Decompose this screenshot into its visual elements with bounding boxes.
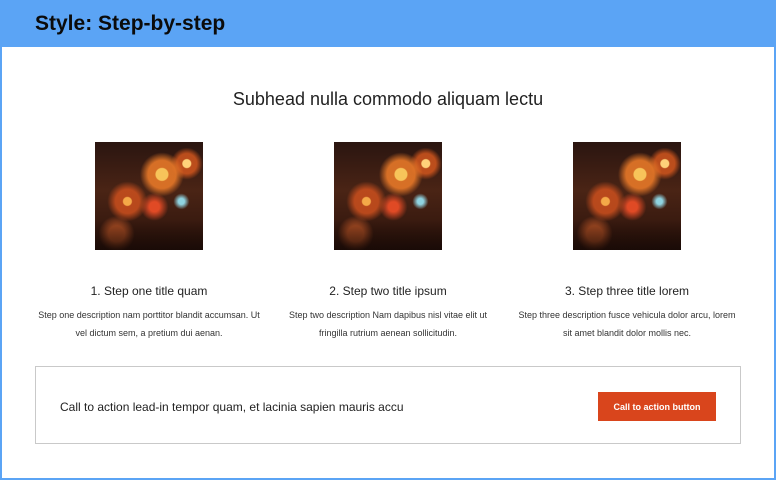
subhead: Subhead nulla commodo aliquam lectu <box>232 89 544 109</box>
step-3-title: 3. Step three title lorem <box>564 284 690 298</box>
step-2-image <box>334 142 442 250</box>
step-card-1: 1. Step one title quam Step one descript… <box>29 142 269 342</box>
step-2-title: 2. Step two title ipsum <box>329 284 447 298</box>
step-1-title: 1. Step one title quam <box>90 284 208 298</box>
step-1-image <box>95 142 203 250</box>
step-3-image <box>573 142 681 250</box>
header-bar: Style: Step-by-step <box>2 2 774 47</box>
step-card-2: 2. Step two title ipsum Step two descrip… <box>268 142 508 342</box>
step-2-description: Step two description Nam dapibus nisl vi… <box>288 310 488 338</box>
step-card-3: 3. Step three title lorem Step three des… <box>507 142 747 342</box>
cta-button[interactable]: Call to action button <box>598 392 716 421</box>
step-1-description: Step one description nam porttitor bland… <box>38 310 260 338</box>
cta-panel: Call to action lead-in tempor quam, et l… <box>35 366 741 444</box>
step-3-description: Step three description fusce vehicula do… <box>518 310 736 338</box>
cta-lead-in: Call to action lead-in tempor quam, et l… <box>60 400 404 414</box>
page-frame: Style: Step-by-step Subhead nulla commod… <box>0 0 776 480</box>
page-title: Style: Step-by-step <box>35 12 226 35</box>
